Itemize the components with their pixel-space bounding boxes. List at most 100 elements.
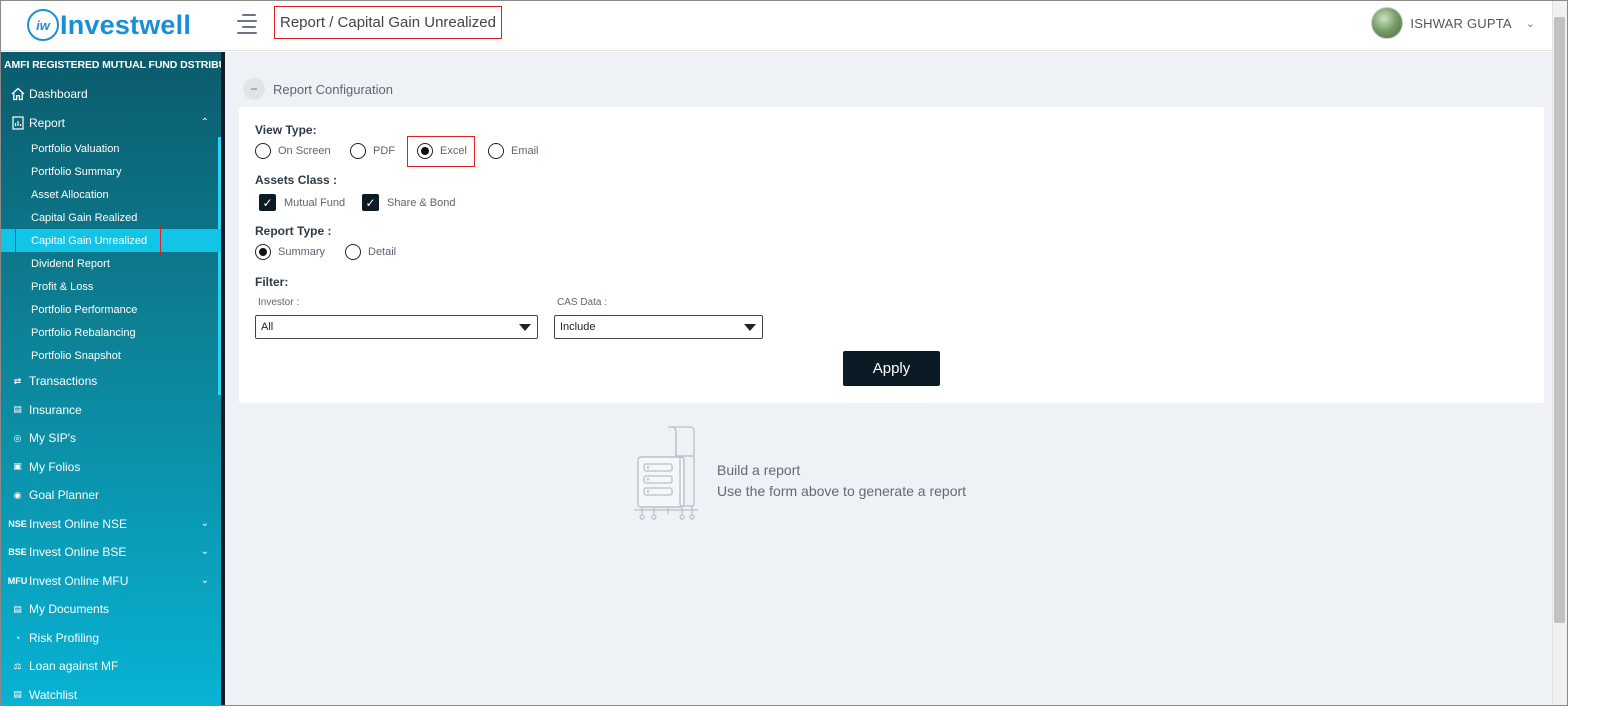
loan-icon: ⚖ [13,660,22,671]
checkmark-icon: ✓ [259,194,276,211]
home-icon [10,87,25,102]
transfer-arrows-icon: ⇄ [13,375,22,386]
sidebar-subitem[interactable]: Portfolio Performance [1,298,221,321]
filter-label: Filter: [255,275,289,289]
user-name: ISHWAR GUPTA [1410,15,1512,31]
top-header: iw Investwell Report / Capital Gain Unre… [1,1,1567,51]
checkbox-mutual-fund[interactable]: ✓ Mutual Fund [259,194,345,211]
sidebar-item-label: My SIP's [29,431,76,446]
sidebar-item-invest-online-nse[interactable]: NSE Invest Online NSE ⌄ [1,510,221,539]
radio-label: On Screen [278,145,331,157]
radio-label: Detail [368,246,397,258]
sidebar-item-my-documents[interactable]: ▤ My Documents [1,595,221,624]
sidebar-item-transactions[interactable]: ⇄ Transactions [1,367,221,396]
checkbox-label: Mutual Fund [284,196,346,209]
checkbox-label: Share & Bond [387,196,456,209]
investor-select[interactable]: All [255,315,538,339]
user-menu[interactable]: ISHWAR GUPTA ⌄ [1371,7,1535,39]
sidebar-item-label: Risk Profiling [29,630,100,645]
sidebar-subitem[interactable]: Dividend Report [1,252,221,275]
cas-data-value: Include [560,321,596,333]
radio-selected-icon [255,244,271,260]
sidebar-item-risk-profiling[interactable]: ◔ Risk Profiling [1,624,221,653]
investwell-logo[interactable]: iw Investwell [27,8,191,42]
folio-icon: ▣ [13,461,22,472]
sidebar-subitem[interactable]: Asset Allocation [1,183,221,206]
report-config-card: View Type: On Screen PDF Excel Email Ass… [239,107,1544,403]
cas-data-label: CAS Data : [557,297,608,308]
scrollbar-thumb[interactable] [1554,17,1565,623]
sidebar-item-label: Invest Online NSE [29,516,128,531]
sidebar-item-label: Report [29,115,66,130]
sidebar-item-report[interactable]: Report ⌃ [1,109,221,138]
sidebar-subitem[interactable]: Portfolio Rebalancing [1,321,221,344]
report-type-label: Report Type : [255,224,332,238]
sip-icon: ◎ [13,432,22,443]
sidebar-item-label: Invest Online MFU [29,573,129,588]
sidebar-item-invest-online-mfu[interactable]: MFU Invest Online MFU ⌄ [1,567,221,596]
sidebar-item-watchlist[interactable]: ▤ Watchlist [1,681,221,706]
logo-mark-icon: iw [27,9,59,41]
main-content: − Report Configuration View Type: On Scr… [225,52,1567,705]
sidebar-item-label: My Folios [29,459,81,474]
radio-summary[interactable]: Summary [255,244,325,260]
distributor-tag: AMFI REGISTERED MUTUAL FUND DSTRIBUTOR [4,59,221,71]
checkbox-share-bond[interactable]: ✓ Share & Bond [362,194,456,211]
watchlist-icon: ▤ [13,689,22,700]
radio-icon [350,143,366,159]
sidebar-subitem-active[interactable]: Capital Gain Unrealized [1,225,221,256]
sidebar-item-my-folios[interactable]: ▣ My Folios [1,453,221,482]
sidebar-item-goal-planner[interactable]: ◉ Goal Planner [1,481,221,510]
document-icon: ▤ [13,404,22,415]
sidebar-item-label: Goal Planner [29,488,100,503]
chevron-down-icon: ⌄ [200,574,209,586]
sidebar-item-label: Insurance [29,402,82,417]
report-config-header[interactable]: − Report Configuration [243,78,393,100]
sidebar-subitem[interactable]: Profit & Loss [1,275,221,298]
sidebar-item-label: Transactions [29,374,98,389]
radio-pdf[interactable]: PDF [350,143,395,159]
assets-class-label: Assets Class : [255,173,338,187]
investor-label: Investor : [258,297,300,308]
radio-icon [345,244,361,260]
sidebar: AMFI REGISTERED MUTUAL FUND DSTRIBUTOR D… [1,52,221,706]
sidebar-subitem[interactable]: Portfolio Summary [1,160,221,183]
sidebar-item-label: Dashboard [29,87,88,102]
cas-data-select[interactable]: Include [554,315,763,339]
dropdown-arrow-icon [744,324,756,331]
sidebar-subitem[interactable]: Portfolio Snapshot [1,344,221,367]
sidebar-subitem[interactable]: Portfolio Valuation [1,137,221,160]
radio-label: PDF [373,145,395,157]
radio-icon [488,143,504,159]
sidebar-item-my-sip-s[interactable]: ◎ My SIP's [1,424,221,453]
target-icon: ◉ [13,489,22,500]
mfu-icon: MFU [7,575,28,586]
sidebar-item-insurance[interactable]: ▤ Insurance [1,396,221,425]
dropdown-arrow-icon [519,324,531,331]
collapse-icon[interactable]: − [243,78,265,100]
section-title: Report Configuration [273,81,393,97]
sidebar-bottom-nav: ⇄ Transactions ▤ Insurance ◎ My SIP's ▣ My Foli… [1,367,221,706]
app-window: iw Investwell Report / Capital Gain Unre… [0,0,1568,706]
menu-toggle-icon[interactable] [237,14,257,34]
apply-button[interactable]: Apply [843,351,940,386]
avatar [1371,7,1404,39]
sidebar-item-invest-online-bse[interactable]: BSE Invest Online BSE ⌄ [1,538,221,567]
logo-text: Investwell [60,9,192,40]
nse-icon: NSE [8,518,27,529]
bse-icon: BSE [8,547,27,558]
sidebar-item-loan-against-mf[interactable]: ⚖ Loan against MF [1,652,221,681]
view-type-label: View Type: [255,123,317,137]
sidebar-item-dashboard[interactable]: Dashboard [1,80,221,109]
radio-on-screen[interactable]: On Screen [255,143,331,159]
gauge-icon: ◔ [14,632,21,643]
report-icon [10,115,25,130]
breadcrumb: Report / Capital Gain Unrealized [274,6,502,39]
sidebar-item-label: Loan against MF [29,659,119,674]
radio-email[interactable]: Email [488,143,539,159]
radio-label: Summary [278,246,326,258]
chevron-down-icon: ⌄ [200,517,209,529]
investor-value: All [261,321,274,333]
radio-label: Email [511,145,539,157]
radio-detail[interactable]: Detail [345,244,396,260]
